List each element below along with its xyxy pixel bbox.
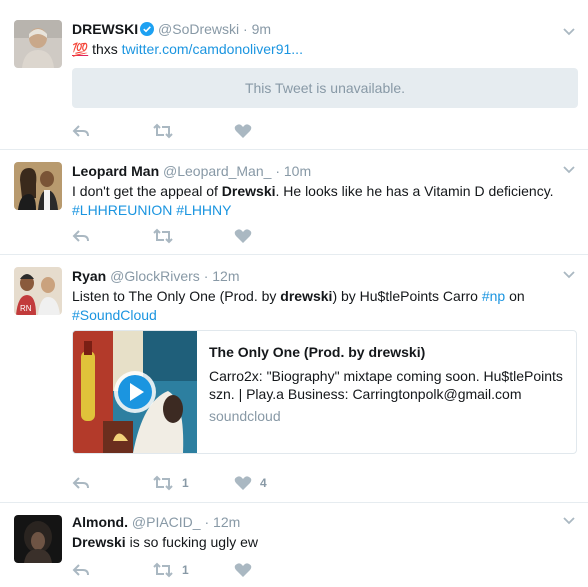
tweet-header: Almond. @PIACID_ · 12m	[72, 513, 576, 531]
like-button[interactable]	[234, 121, 260, 141]
card-title[interactable]: The Only One (Prod. by drewski)	[209, 343, 566, 361]
tweet-text-keyword: Drewski	[221, 183, 276, 199]
verified-badge-icon	[140, 22, 155, 36]
reply-button[interactable]	[72, 121, 90, 141]
play-icon[interactable]	[113, 370, 157, 414]
handle[interactable]: @PIACID_	[132, 514, 201, 530]
hashtag-link[interactable]: #np	[482, 288, 505, 304]
separator-dot: ·	[203, 268, 209, 284]
reply-button[interactable]	[72, 226, 90, 246]
card-domain: soundcloud	[209, 408, 281, 424]
svg-text:RN: RN	[20, 304, 32, 313]
tweet-text-part: I don't get the appeal of	[72, 183, 218, 199]
fullname[interactable]: Leopard Man	[72, 163, 159, 179]
handle[interactable]: @Leopard_Man_	[163, 163, 271, 179]
tweet-text-part: ) by Hu$tlePoints Carro	[332, 288, 478, 304]
card-description: Carro2x: "Biography" mixtape coming soon…	[209, 368, 563, 402]
fullname[interactable]: DREWSKI	[72, 21, 138, 37]
tweet-text: Listen to The Only One (Prod. by drewski…	[72, 287, 576, 325]
hashtag-link[interactable]: #LHHNY	[176, 202, 231, 218]
avatar[interactable]: RN	[14, 267, 62, 315]
reply-icon	[72, 564, 89, 576]
fullname[interactable]: Almond.	[72, 514, 128, 530]
avatar[interactable]	[14, 20, 62, 68]
tweet-text: Drewski is so fucking ugly ew	[72, 533, 576, 552]
like-button[interactable]: 4	[234, 473, 267, 493]
tweet-header: DREWSKI @SoDrewski · 9m	[72, 20, 576, 38]
heart-icon	[234, 563, 252, 577]
tweet-text-part: . He looks like he has a Vitamin D defic…	[275, 183, 554, 199]
reply-button[interactable]	[72, 473, 90, 493]
hashtag-link[interactable]: #LHHREUNION	[72, 202, 172, 218]
heart-icon	[234, 124, 252, 138]
chevron-down-icon[interactable]	[562, 162, 576, 176]
retweet-button[interactable]	[152, 226, 182, 246]
tweet-actions: 1	[72, 560, 272, 580]
chevron-down-icon[interactable]	[562, 267, 576, 281]
retweet-button[interactable]	[152, 121, 182, 141]
tweet-actions: 1 4	[72, 473, 292, 493]
reply-icon	[72, 125, 89, 137]
tweet-text-part: is so fucking ugly ew	[129, 534, 258, 550]
retweet-button[interactable]: 1	[152, 473, 189, 493]
tweet-link[interactable]: twitter.com/camdonoliver91...	[122, 41, 303, 57]
separator-dot: ·	[275, 163, 280, 179]
tweet-text-part: on	[509, 288, 525, 304]
retweet-icon	[153, 562, 173, 578]
card-thumbnail[interactable]	[73, 331, 197, 453]
tweet-actions	[72, 121, 272, 141]
like-count: 4	[260, 476, 267, 490]
retweet-icon	[153, 228, 173, 244]
timestamp[interactable]: 10m	[284, 163, 311, 179]
tweet-text-prefix: thxs	[92, 41, 118, 57]
tweet-text-part: Listen to The Only One (Prod. by	[72, 288, 277, 304]
tweet-header: Ryan @GlockRivers · 12m	[72, 267, 576, 285]
hashtag-link[interactable]: #SoundCloud	[72, 307, 157, 323]
reply-icon	[72, 477, 89, 489]
heart-icon	[234, 476, 252, 490]
timeline: DREWSKI @SoDrewski · 9m 💯 thxs twitter.c…	[0, 0, 588, 587]
handle[interactable]: @GlockRivers	[110, 268, 200, 284]
tweet[interactable]: DREWSKI @SoDrewski · 9m 💯 thxs twitter.c…	[0, 8, 588, 150]
tweet-text: 💯 thxs twitter.com/camdonoliver91...	[72, 40, 576, 59]
timestamp[interactable]: 9m	[252, 21, 271, 37]
like-button[interactable]	[234, 560, 260, 580]
separator-dot: ·	[243, 21, 248, 37]
separator-dot: ·	[204, 514, 210, 530]
link-card[interactable]: The Only One (Prod. by drewski) Carro2x:…	[72, 330, 577, 454]
retweet-icon	[153, 123, 173, 139]
timestamp[interactable]: 12m	[213, 514, 240, 530]
hundred-emoji: 💯	[72, 42, 89, 57]
heart-icon	[234, 229, 252, 243]
fullname[interactable]: Ryan	[72, 268, 106, 284]
tweet-actions	[72, 226, 272, 246]
avatar[interactable]	[14, 515, 62, 563]
retweet-icon	[153, 475, 173, 491]
tweet-header: Leopard Man @Leopard_Man_ · 10m	[72, 162, 576, 180]
timestamp[interactable]: 12m	[212, 268, 239, 284]
like-button[interactable]	[234, 226, 260, 246]
tweet-text: I don't get the appeal of Drewski. He lo…	[72, 182, 576, 220]
retweet-count: 1	[182, 476, 189, 490]
quoted-tweet-unavailable: This Tweet is unavailable.	[72, 68, 578, 108]
tweet[interactable]: Leopard Man @Leopard_Man_ · 10m I don't …	[0, 150, 588, 255]
reply-icon	[72, 230, 89, 242]
tweet-text-keyword: Drewski	[72, 534, 126, 550]
chevron-down-icon[interactable]	[562, 513, 576, 527]
chevron-down-icon[interactable]	[562, 24, 576, 38]
retweet-count: 1	[182, 563, 189, 577]
tweet[interactable]: RN Ryan @GlockRivers · 12m Listen to The…	[0, 255, 588, 503]
handle[interactable]: @SoDrewski	[158, 21, 239, 37]
avatar[interactable]	[14, 162, 62, 210]
tweet-text-keyword: drewski	[280, 288, 333, 304]
reply-button[interactable]	[72, 560, 90, 580]
tweet[interactable]: Almond. @PIACID_ · 12m Drewski is so fuc…	[0, 503, 588, 587]
retweet-button[interactable]: 1	[152, 560, 189, 580]
